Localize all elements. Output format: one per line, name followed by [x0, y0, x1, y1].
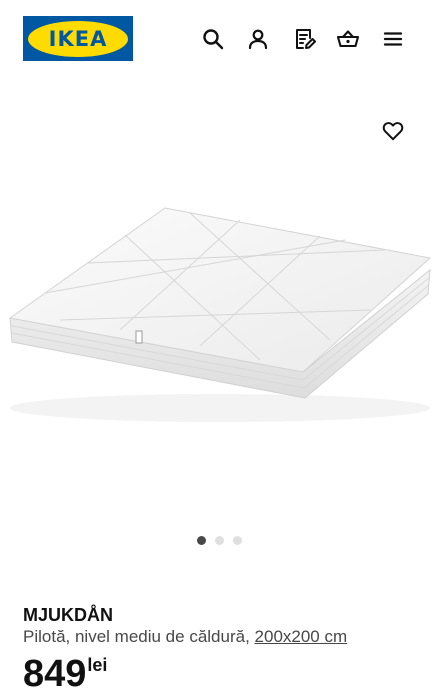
- price-currency: lei: [87, 655, 108, 675]
- logo-oval: IKEA: [28, 20, 128, 57]
- logo-text: IKEA: [48, 26, 108, 51]
- duvet-illustration: [8, 207, 432, 422]
- shopping-list-icon[interactable]: [289, 24, 319, 54]
- product-description: Pilotă, nivel mediu de căldură, 200x200 …: [23, 626, 423, 648]
- basket-icon[interactable]: [333, 24, 363, 54]
- price-integer: 849: [23, 653, 87, 695]
- menu-icon[interactable]: [378, 24, 408, 54]
- heart-icon[interactable]: [378, 116, 408, 146]
- product-type-text: Pilotă, nivel mediu de căldură,: [23, 627, 250, 646]
- site-header: IKEA: [0, 0, 438, 78]
- product-size-link[interactable]: 200x200 cm: [255, 627, 348, 646]
- product-info: MJUKDÅN Pilotă, nivel mediu de căldură, …: [23, 604, 423, 694]
- image-carousel-indicator: [0, 536, 438, 546]
- product-image[interactable]: [0, 160, 438, 480]
- search-icon[interactable]: [198, 24, 228, 54]
- carousel-dot-2[interactable]: [214, 536, 224, 545]
- carousel-dot-3[interactable]: [232, 536, 242, 545]
- ikea-logo[interactable]: IKEA: [23, 16, 133, 61]
- carousel-dot-1[interactable]: [196, 536, 206, 545]
- account-icon[interactable]: [243, 24, 273, 54]
- product-name: MJUKDÅN: [23, 605, 113, 625]
- product-price: 849 lei: [23, 654, 423, 694]
